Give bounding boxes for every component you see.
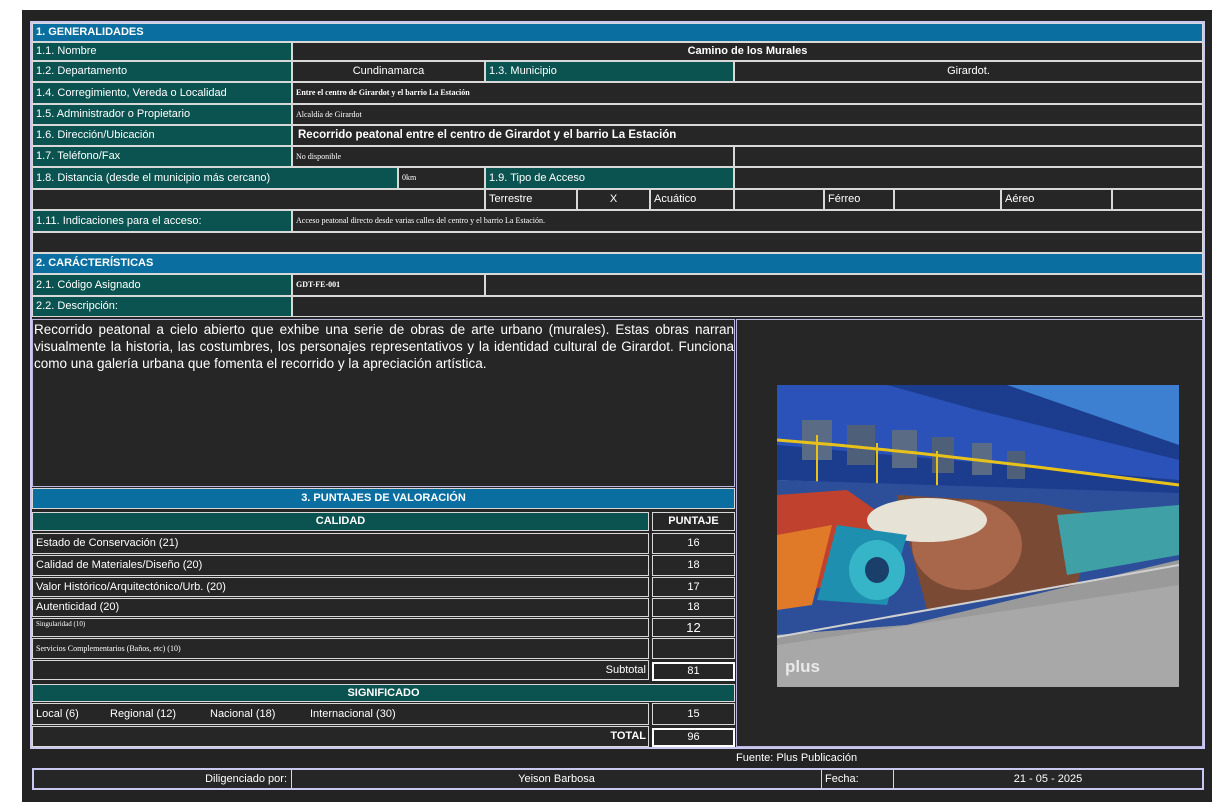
fecha-label: Fecha:: [822, 770, 894, 788]
administrador-label: 1.5. Administrador o Propietario: [32, 104, 292, 125]
codigo-label: 2.1. Código Asignado: [32, 274, 292, 296]
direccion-label: 1.6. Dirección/Ubicación: [32, 125, 292, 146]
diligenciado-value: Yeison Barbosa: [292, 770, 822, 788]
subtotal-row: Subtotal: [32, 660, 649, 680]
calidad-row-label: Calidad de Materiales/Diseño (20): [32, 555, 649, 576]
significado-options: Local (6) Regional (12) Nacional (18) In…: [32, 703, 649, 725]
section3-title: 3. PUNTAJES DE VALORACIÓN: [32, 488, 735, 509]
aereo-label: Aéreo: [1001, 189, 1112, 210]
subtotal-label: Subtotal: [605, 663, 646, 676]
calidad-row-label: Estado de Conservación (21): [32, 533, 649, 554]
telefono-label: 1.7. Teléfono/Fax: [32, 146, 292, 167]
calidad-row-score: 18: [652, 598, 735, 617]
distancia-label: 1.8. Distancia (desde el municipio más c…: [32, 167, 398, 189]
calidad-header: CALIDAD: [32, 512, 649, 531]
significado-value: 15: [652, 703, 735, 725]
calidad-row-score: [652, 638, 735, 659]
total-label: TOTAL: [610, 730, 646, 742]
codigo-empty: [485, 274, 1203, 296]
descripcion-label: 2.2. Descripción:: [32, 296, 292, 317]
puntaje-header: PUNTAJE: [652, 512, 735, 531]
blank-row: [32, 232, 1203, 253]
calidad-row-label: Servicios Complementarios (Baños, etc) (…: [32, 638, 649, 659]
option-regional: Regional (12): [110, 707, 177, 720]
terrestre-mark: X: [577, 189, 650, 210]
access-row-empty: [32, 189, 485, 210]
acuatico-label: Acuático: [650, 189, 734, 210]
acceso-label: 1.9. Tipo de Acceso: [485, 167, 734, 189]
fecha-value: 21 - 05 - 2025: [894, 770, 1202, 788]
corregimiento-value: Entre el centro de Girardot y el barrio …: [292, 82, 1203, 104]
section2-title: 2. CARÁCTERÍSTICAS: [32, 253, 1203, 274]
nombre-label: 1.1. Nombre: [32, 42, 292, 61]
calidad-row-score: 17: [652, 577, 735, 597]
section1-title: 1. GENERALIDADES: [32, 23, 1203, 42]
calidad-row-score: 18: [652, 555, 735, 576]
nombre-value: Camino de los Murales: [292, 42, 1203, 61]
significado-header: SIGNIFICADO: [32, 684, 735, 702]
telefono-value: No disponible: [292, 146, 734, 167]
photo-watermark: plus: [785, 657, 820, 676]
calidad-row-label: Autenticidad (20): [32, 598, 649, 617]
acuatico-mark: [734, 189, 824, 210]
indicaciones-value: Acceso peatonal directo desde varias cal…: [292, 210, 1203, 232]
indicaciones-label: 1.11. Indicaciones para el acceso:: [32, 210, 292, 232]
mural-photo: plus: [777, 385, 1179, 687]
mural-photo-svg: [777, 385, 1179, 687]
photo-source: Fuente: Plus Publicación: [736, 752, 858, 764]
calidad-row-label: Singularidad (10): [32, 618, 649, 637]
subtotal-value: 81: [652, 662, 735, 681]
option-local: Local (6): [36, 707, 79, 720]
municipio-value: Girardot.: [734, 61, 1203, 82]
option-internacional: Internacional (30): [310, 707, 396, 720]
ferreo-mark: [894, 189, 1001, 210]
departamento-label: 1.2. Departamento: [32, 61, 292, 82]
municipio-label: 1.3. Municipio: [485, 61, 734, 82]
aereo-mark: [1112, 189, 1203, 210]
codigo-value: GDT-FE-001: [292, 274, 485, 296]
total-row: TOTAL: [32, 726, 649, 747]
administrador-value: Alcaldía de Girardot: [292, 104, 1203, 125]
ferreo-label: Férreo: [824, 189, 894, 210]
descripcion-empty: [292, 296, 1203, 317]
corregimiento-label: 1.4. Corregimiento, Vereda o Localidad: [32, 82, 292, 104]
option-nacional: Nacional (18): [210, 707, 276, 720]
distancia-value: 0km: [398, 167, 485, 189]
total-value: 96: [652, 728, 735, 747]
direccion-value: Recorrido peatonal entre el centro de Gi…: [292, 125, 1203, 146]
telefono-empty: [734, 146, 1203, 167]
descripcion-text: Recorrido peatonal a cielo abierto que e…: [34, 322, 734, 371]
calidad-row-score: 12: [652, 618, 735, 637]
acceso-empty: [734, 167, 1203, 189]
calidad-row-label: Valor Histórico/Arquitectónico/Urb. (20): [32, 577, 649, 597]
departamento-value: Cundinamarca: [292, 61, 485, 82]
terrestre-label: Terrestre: [485, 189, 577, 210]
diligenciado-label: Diligenciado por:: [34, 770, 292, 788]
calidad-row-score: 16: [652, 533, 735, 554]
